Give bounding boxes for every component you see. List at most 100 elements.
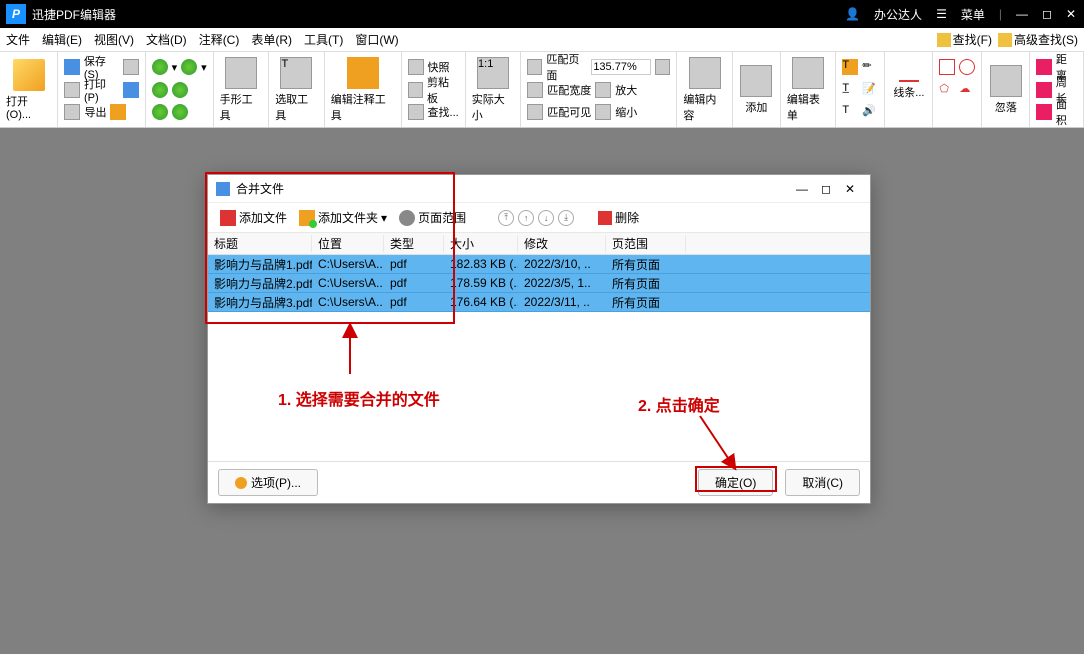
actual-size-button[interactable]: 1:1实际大小 [466, 52, 522, 127]
hand-icon [225, 57, 257, 89]
edit-content-button[interactable]: 编辑内容 [677, 52, 733, 127]
hand-tool[interactable]: 手形工具 [214, 52, 270, 127]
strike-icon[interactable]: ✏ [862, 59, 878, 75]
folder-open-icon [13, 59, 45, 91]
cloud-icon[interactable]: ☁ [959, 82, 975, 98]
move-down-button[interactable]: ↓ [538, 210, 554, 226]
col-location[interactable]: 位置 [312, 235, 384, 252]
col-title[interactable]: 标题 [208, 235, 312, 252]
col-type[interactable]: 类型 [384, 235, 444, 252]
nav4-icon[interactable] [172, 104, 188, 120]
underline-icon[interactable]: T̲ [842, 82, 858, 98]
minimize-button[interactable]: — [1016, 7, 1028, 21]
ignore-button[interactable]: 忽落 [982, 52, 1030, 127]
dialog-maximize-button[interactable]: ◻ [814, 182, 838, 196]
rect-icon[interactable] [939, 59, 955, 75]
zoom-search-icon[interactable] [655, 59, 670, 75]
user-icon[interactable]: 👤 [845, 7, 860, 21]
menu-form[interactable]: 表单(R) [251, 31, 292, 48]
ok-button[interactable]: 确定(O) [698, 469, 773, 496]
line-button[interactable]: 线条... [885, 52, 933, 127]
hamburger-icon[interactable]: ☰ [936, 7, 947, 21]
circle-icon[interactable] [959, 59, 975, 75]
menu-window[interactable]: 窗口(W) [355, 31, 398, 48]
note-icon[interactable]: 📝 [862, 82, 878, 98]
dialog-icon [216, 182, 230, 196]
export-button[interactable]: 导出 [84, 104, 106, 120]
add-folder-button[interactable]: 添加文件夹▾ [295, 207, 391, 228]
menu-view[interactable]: 视图(V) [94, 31, 134, 48]
extra-icon[interactable] [123, 59, 138, 75]
undo-icon[interactable] [152, 59, 168, 75]
menu-doc[interactable]: 文档(D) [146, 31, 187, 48]
menu-edit[interactable]: 编辑(E) [42, 31, 82, 48]
options-button[interactable]: 选项(P)... [218, 469, 318, 496]
highlight-icon[interactable]: T [842, 59, 858, 75]
table-row[interactable]: 影响力与品牌3.pdfC:\Users\A..pdf176.64 KB (..2… [208, 293, 870, 312]
content-area: 合并文件 — ◻ ✕ 添加文件 添加文件夹▾ 页面范围 ⤒ ↑ ↓ ⤓ 删除 标… [0, 128, 1084, 654]
fit-page-button[interactable]: 匹配页面 [527, 56, 670, 78]
redo-icon[interactable] [181, 59, 197, 75]
fit-visible-button[interactable]: 匹配可见 缩小 [527, 101, 670, 123]
zoom-input[interactable] [591, 59, 651, 75]
maximize-button[interactable]: ◻ [1042, 7, 1052, 21]
close-button[interactable]: ✕ [1066, 7, 1076, 21]
table-row[interactable]: 影响力与品牌2.pdfC:\Users\A..pdf178.59 KB (..2… [208, 274, 870, 293]
user-name[interactable]: 办公达人 [874, 6, 922, 23]
clipboard-button[interactable]: 剪粘板 [408, 79, 459, 101]
menu-anno[interactable]: 注释(C) [199, 31, 240, 48]
delete-button[interactable]: 删除 [594, 207, 643, 228]
line-icon [899, 80, 919, 82]
col-modified[interactable]: 修改 [518, 235, 606, 252]
dialog-titlebar: 合并文件 — ◻ ✕ [208, 175, 870, 203]
nav3-icon[interactable] [152, 104, 168, 120]
print-button[interactable]: 打印(P) [84, 76, 119, 104]
edit-anno-tool[interactable]: 编辑注释工具 [325, 52, 402, 127]
search-icon [408, 104, 424, 120]
nav2-icon[interactable] [172, 82, 188, 98]
add-icon [740, 65, 772, 97]
find-button[interactable]: 查找(F) [937, 31, 992, 48]
poly-icon[interactable]: ⬠ [939, 82, 955, 98]
menu-label[interactable]: 菜单 [961, 6, 985, 23]
edit-form-icon [792, 57, 824, 89]
extra3-icon[interactable] [110, 104, 126, 120]
menu-file[interactable]: 文件 [6, 31, 30, 48]
move-top-button[interactable]: ⤒ [498, 210, 514, 226]
add-button[interactable]: 添加 [733, 52, 781, 127]
find-ribbon-button[interactable]: 查找... [408, 101, 459, 123]
open-button[interactable]: 打开(O)... [0, 52, 58, 127]
dialog-toolbar: 添加文件 添加文件夹▾ 页面范围 ⤒ ↑ ↓ ⤓ 删除 [208, 203, 870, 233]
fit-visible-icon [527, 104, 543, 120]
menu-tools[interactable]: 工具(T) [304, 31, 343, 48]
page-range-button[interactable]: 页面范围 [395, 207, 470, 228]
col-size[interactable]: 大小 [444, 235, 518, 252]
advanced-find-button[interactable]: 高级查找(S) [998, 31, 1078, 48]
move-bottom-button[interactable]: ⤓ [558, 210, 574, 226]
col-range[interactable]: 页范围 [606, 235, 686, 252]
adv-find-icon [998, 33, 1012, 47]
sound-icon[interactable]: 🔊 [862, 104, 878, 120]
shape3-icon[interactable] [939, 104, 955, 120]
gear-small-icon [235, 477, 247, 489]
move-up-button[interactable]: ↑ [518, 210, 534, 226]
dialog-minimize-button[interactable]: — [790, 182, 814, 196]
file-table: 标题 位置 类型 大小 修改 页范围 影响力与品牌1.pdfC:\Users\A… [208, 233, 870, 312]
menubar: 文件 编辑(E) 视图(V) 文档(D) 注释(C) 表单(R) 工具(T) 窗… [0, 28, 1084, 52]
export-icon [64, 104, 80, 120]
extra2-icon[interactable] [123, 82, 138, 98]
select-tool[interactable]: T选取工具 [269, 52, 325, 127]
titlebar: P 迅捷PDF编辑器 👤 办公达人 ☰ 菜单 | — ◻ ✕ [0, 0, 1084, 28]
dialog-close-button[interactable]: ✕ [838, 182, 862, 196]
area-button[interactable]: 面积 [1036, 101, 1077, 123]
print-icon [64, 82, 79, 98]
cancel-button[interactable]: 取消(C) [785, 469, 860, 496]
shape4-icon[interactable] [959, 104, 975, 120]
fit-page-icon [527, 59, 542, 75]
edit-form-button[interactable]: 编辑表单 [781, 52, 837, 127]
nav1-icon[interactable] [152, 82, 168, 98]
stamp-icon[interactable]: T [842, 104, 858, 120]
add-file-button[interactable]: 添加文件 [216, 207, 291, 228]
fit-width-button[interactable]: 匹配宽度 放大 [527, 79, 670, 101]
table-row[interactable]: 影响力与品牌1.pdfC:\Users\A..pdf182.83 KB (..2… [208, 255, 870, 274]
